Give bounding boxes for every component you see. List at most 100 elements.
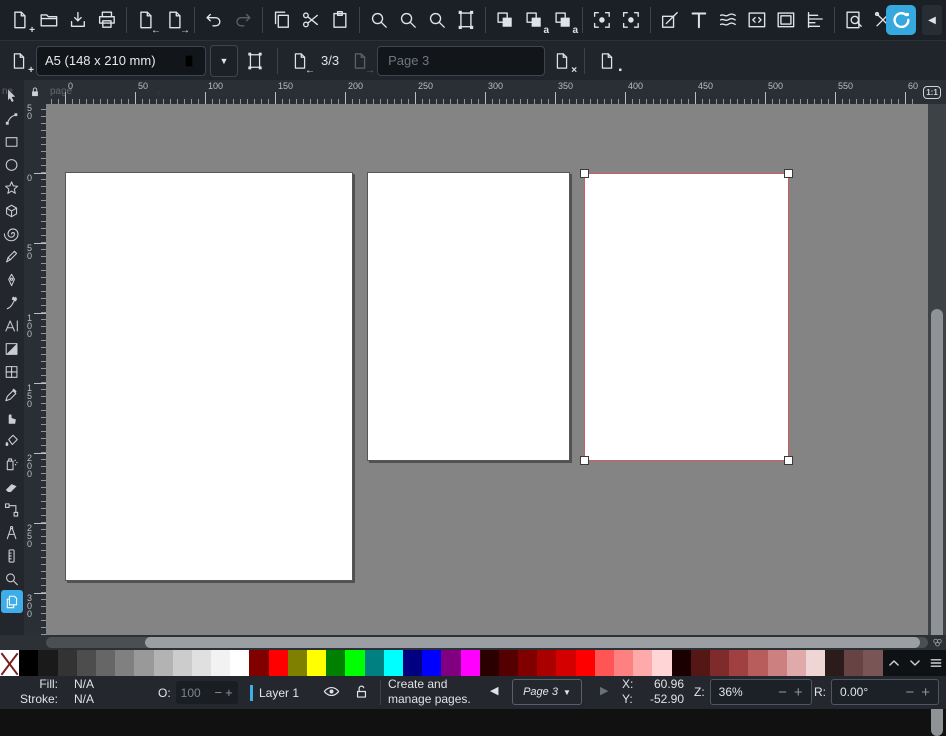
- group-icon[interactable]: [588, 6, 616, 34]
- xml-editor-icon[interactable]: [743, 6, 771, 34]
- layer-lock-toggle[interactable]: [352, 682, 371, 701]
- swatch[interactable]: [211, 650, 230, 676]
- swatch[interactable]: [825, 650, 844, 676]
- clone-icon[interactable]: a: [520, 6, 548, 34]
- swatch[interactable]: [269, 650, 288, 676]
- unlink-clone-icon[interactable]: a: [549, 6, 577, 34]
- swatch[interactable]: [652, 650, 671, 676]
- layer-visibility-toggle[interactable]: [322, 682, 341, 701]
- rectangle-tool[interactable]: [1, 130, 23, 153]
- selection-handle[interactable]: [580, 456, 589, 465]
- rotation-input[interactable]: 0.00° − +: [831, 679, 939, 705]
- snap-toggle-button[interactable]: [886, 5, 916, 35]
- gradient-tool[interactable]: [1, 337, 23, 360]
- move-page-forward-button[interactable]: →: [347, 48, 373, 74]
- lock-guides-toggle[interactable]: [24, 80, 46, 104]
- measure-tool[interactable]: [1, 521, 23, 544]
- find-replace-icon[interactable]: [840, 6, 868, 34]
- move-objects-with-page-toggle[interactable]: ▪: [594, 48, 620, 74]
- text-tool[interactable]: [1, 314, 23, 337]
- page-size-combo[interactable]: A5 (148 x 210 mm): [36, 46, 206, 76]
- swatch[interactable]: [173, 650, 192, 676]
- swatch[interactable]: [115, 650, 134, 676]
- swatch[interactable]: [787, 650, 806, 676]
- pen-tool[interactable]: [1, 268, 23, 291]
- open-document-icon[interactable]: [35, 6, 63, 34]
- fill-stroke-dialog-icon[interactable]: [656, 6, 684, 34]
- opacity-input[interactable]: 100 − +: [176, 681, 238, 704]
- swatch[interactable]: [422, 650, 441, 676]
- swatch[interactable]: [307, 650, 326, 676]
- opacity-decrease-button[interactable]: −: [214, 686, 222, 699]
- horizontal-scrollbar-thumb[interactable]: [145, 637, 920, 648]
- ungroup-icon[interactable]: [617, 6, 645, 34]
- pages-tool[interactable]: [1, 590, 23, 613]
- swatch[interactable]: [134, 650, 153, 676]
- spiral-tool[interactable]: [1, 222, 23, 245]
- new-document-icon[interactable]: +: [6, 6, 34, 34]
- zoom-increase-button[interactable]: +: [794, 686, 803, 699]
- page-1[interactable]: [65, 172, 353, 581]
- save-document-icon[interactable]: [64, 6, 92, 34]
- ellipse-tool[interactable]: [1, 153, 23, 176]
- swatch[interactable]: [672, 650, 691, 676]
- document-properties-icon[interactable]: [772, 6, 800, 34]
- redo-icon[interactable]: [229, 6, 257, 34]
- selection-handle[interactable]: [784, 456, 793, 465]
- align-distribute-icon[interactable]: [801, 6, 829, 34]
- swatch[interactable]: [230, 650, 249, 676]
- import-icon[interactable]: ←: [132, 6, 160, 34]
- horizontal-scrollbar[interactable]: [0, 635, 946, 650]
- swatch[interactable]: [19, 650, 38, 676]
- swatch[interactable]: [863, 650, 882, 676]
- collapse-toolbar-button[interactable]: ◀: [922, 5, 942, 35]
- palette-scroll-up-button[interactable]: [883, 650, 904, 676]
- eraser-tool[interactable]: [1, 475, 23, 498]
- layer-indicator[interactable]: Layer 1: [250, 676, 299, 709]
- swatch[interactable]: [403, 650, 422, 676]
- spray-tool[interactable]: [1, 452, 23, 475]
- zoom-selection-icon[interactable]: [365, 6, 393, 34]
- zoom-1-1-button[interactable]: 1:1: [918, 80, 946, 104]
- canvas[interactable]: [46, 104, 928, 635]
- page-label-input[interactable]: [377, 46, 545, 76]
- swatch[interactable]: [614, 650, 633, 676]
- swatch[interactable]: [633, 650, 652, 676]
- swatch[interactable]: [38, 650, 57, 676]
- zoom-decrease-button[interactable]: −: [778, 686, 787, 699]
- swatch[interactable]: [288, 650, 307, 676]
- zoom-page-icon[interactable]: [423, 6, 451, 34]
- zoom-input[interactable]: 36% − +: [710, 679, 812, 705]
- layers-dialog-icon[interactable]: [714, 6, 742, 34]
- page-2[interactable]: [367, 172, 570, 461]
- move-page-backward-button[interactable]: ←: [287, 48, 313, 74]
- swatch[interactable]: [365, 650, 384, 676]
- delete-page-button[interactable]: ×: [549, 48, 575, 74]
- color-managed-display-toggle[interactable]: [928, 635, 946, 650]
- previous-page-button[interactable]: ◀: [490, 684, 498, 697]
- vertical-ruler[interactable]: 50 0 50 100 150 200 250 300: [24, 104, 46, 635]
- swatch[interactable]: [691, 650, 710, 676]
- tweak-tool[interactable]: [1, 406, 23, 429]
- swatch[interactable]: [345, 650, 364, 676]
- print-icon[interactable]: [93, 6, 121, 34]
- pencil-tool[interactable]: [1, 245, 23, 268]
- next-page-button[interactable]: ▶: [600, 684, 608, 697]
- duplicate-icon[interactable]: [491, 6, 519, 34]
- vertical-scrollbar[interactable]: [928, 104, 946, 635]
- calligraphy-tool[interactable]: [1, 291, 23, 314]
- selection-handle[interactable]: [580, 169, 589, 178]
- palette-scroll-down-button[interactable]: [904, 650, 925, 676]
- cut-icon[interactable]: [297, 6, 325, 34]
- new-page-button[interactable]: +: [6, 48, 32, 74]
- page-3[interactable]: [584, 173, 789, 461]
- swatch[interactable]: [518, 650, 537, 676]
- mesh-tool[interactable]: [1, 360, 23, 383]
- swatch[interactable]: [499, 650, 518, 676]
- page-select-dropdown[interactable]: Page 3 ▼: [512, 679, 582, 705]
- horizontal-ruler[interactable]: 0 50 100 150 200 250 300 350 400 450 500…: [46, 80, 918, 104]
- swatch[interactable]: [556, 650, 575, 676]
- swatch[interactable]: [595, 650, 614, 676]
- zoom-drawing-icon[interactable]: [394, 6, 422, 34]
- paste-icon[interactable]: [326, 6, 354, 34]
